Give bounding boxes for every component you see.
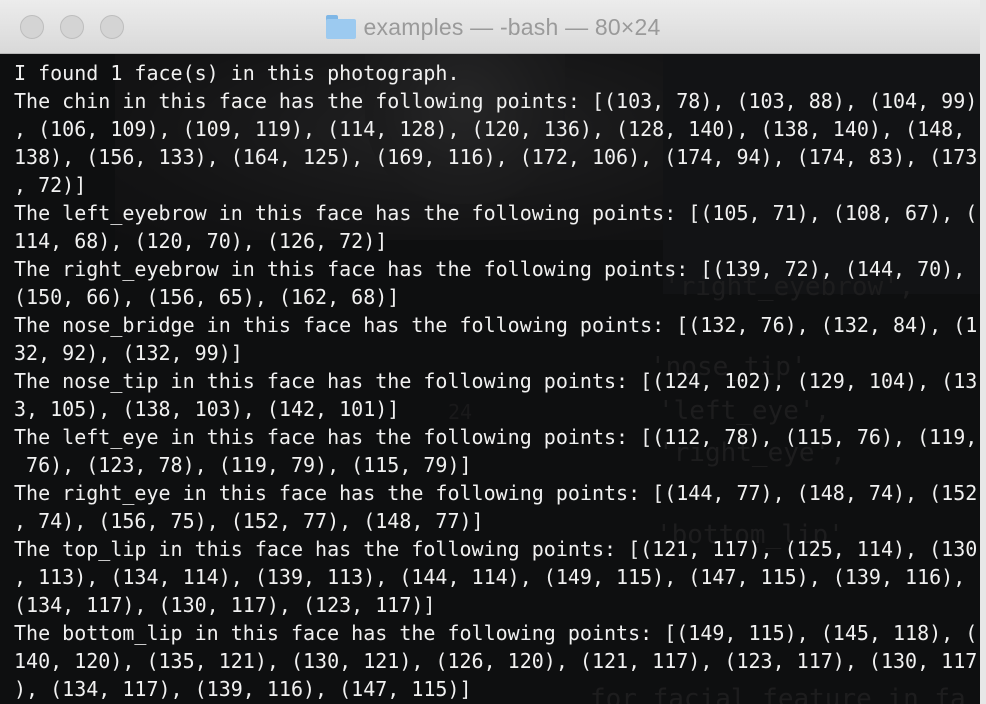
terminal-line: The right_eye in this face has the follo… xyxy=(14,481,978,505)
terminal-line: The left_eyebrow in this face has the fo… xyxy=(14,201,978,225)
terminal-line: , 72)] xyxy=(14,173,87,197)
terminal-line: The chin in this face has the following … xyxy=(14,89,978,113)
terminal-line: 76), (123, 78), (119, 79), (115, 79)] xyxy=(14,453,472,477)
terminal-line: (150, 66), (156, 65), (162, 68)] xyxy=(14,285,400,309)
terminal-line: 138), (156, 133), (164, 125), (169, 116)… xyxy=(14,145,978,169)
terminal-line: The top_lip in this face has the followi… xyxy=(14,537,978,561)
terminal-line: , (106, 109), (109, 119), (114, 128), (1… xyxy=(14,117,966,141)
terminal-line: (134, 117), (130, 117), (123, 117)] xyxy=(14,593,436,617)
terminal-line: The right_eyebrow in this face has the f… xyxy=(14,257,966,281)
terminal-line: 140, 120), (135, 121), (130, 121), (126,… xyxy=(14,649,978,673)
terminal-window: 'right_eyebrow', 'nose_tip', 'left_eye',… xyxy=(0,0,986,704)
title-bar[interactable]: examples — -bash — 80×24 xyxy=(0,0,986,54)
terminal-line: 3, 105), (138, 103), (142, 101)] xyxy=(14,397,400,421)
terminal-output[interactable]: I found 1 face(s) in this photograph. Th… xyxy=(0,54,980,704)
terminal-line: The nose_bridge in this face has the fol… xyxy=(14,313,978,337)
window-title: examples — -bash — 80×24 xyxy=(0,14,986,41)
terminal-line: The left_eye in this face has the follow… xyxy=(14,425,978,449)
terminal-line: The nose_tip in this face has the follow… xyxy=(14,369,978,393)
terminal-line: , 113), (134, 114), (139, 113), (144, 11… xyxy=(14,565,966,589)
terminal-line: 32, 92), (132, 99)] xyxy=(14,341,243,365)
terminal-line: I found 1 face(s) in this photograph. xyxy=(14,61,460,85)
terminal-line: 114, 68), (120, 70), (126, 72)] xyxy=(14,229,388,253)
folder-icon xyxy=(325,15,356,39)
terminal-line: ), (134, 117), (139, 116), (147, 115)] xyxy=(14,677,472,701)
terminal-line: The bottom_lip in this face has the foll… xyxy=(14,621,978,645)
window-title-text: examples — -bash — 80×24 xyxy=(363,14,661,40)
terminal-line: , 74), (156, 75), (152, 77), (148, 77)] xyxy=(14,509,484,533)
window-right-edge xyxy=(980,0,986,704)
